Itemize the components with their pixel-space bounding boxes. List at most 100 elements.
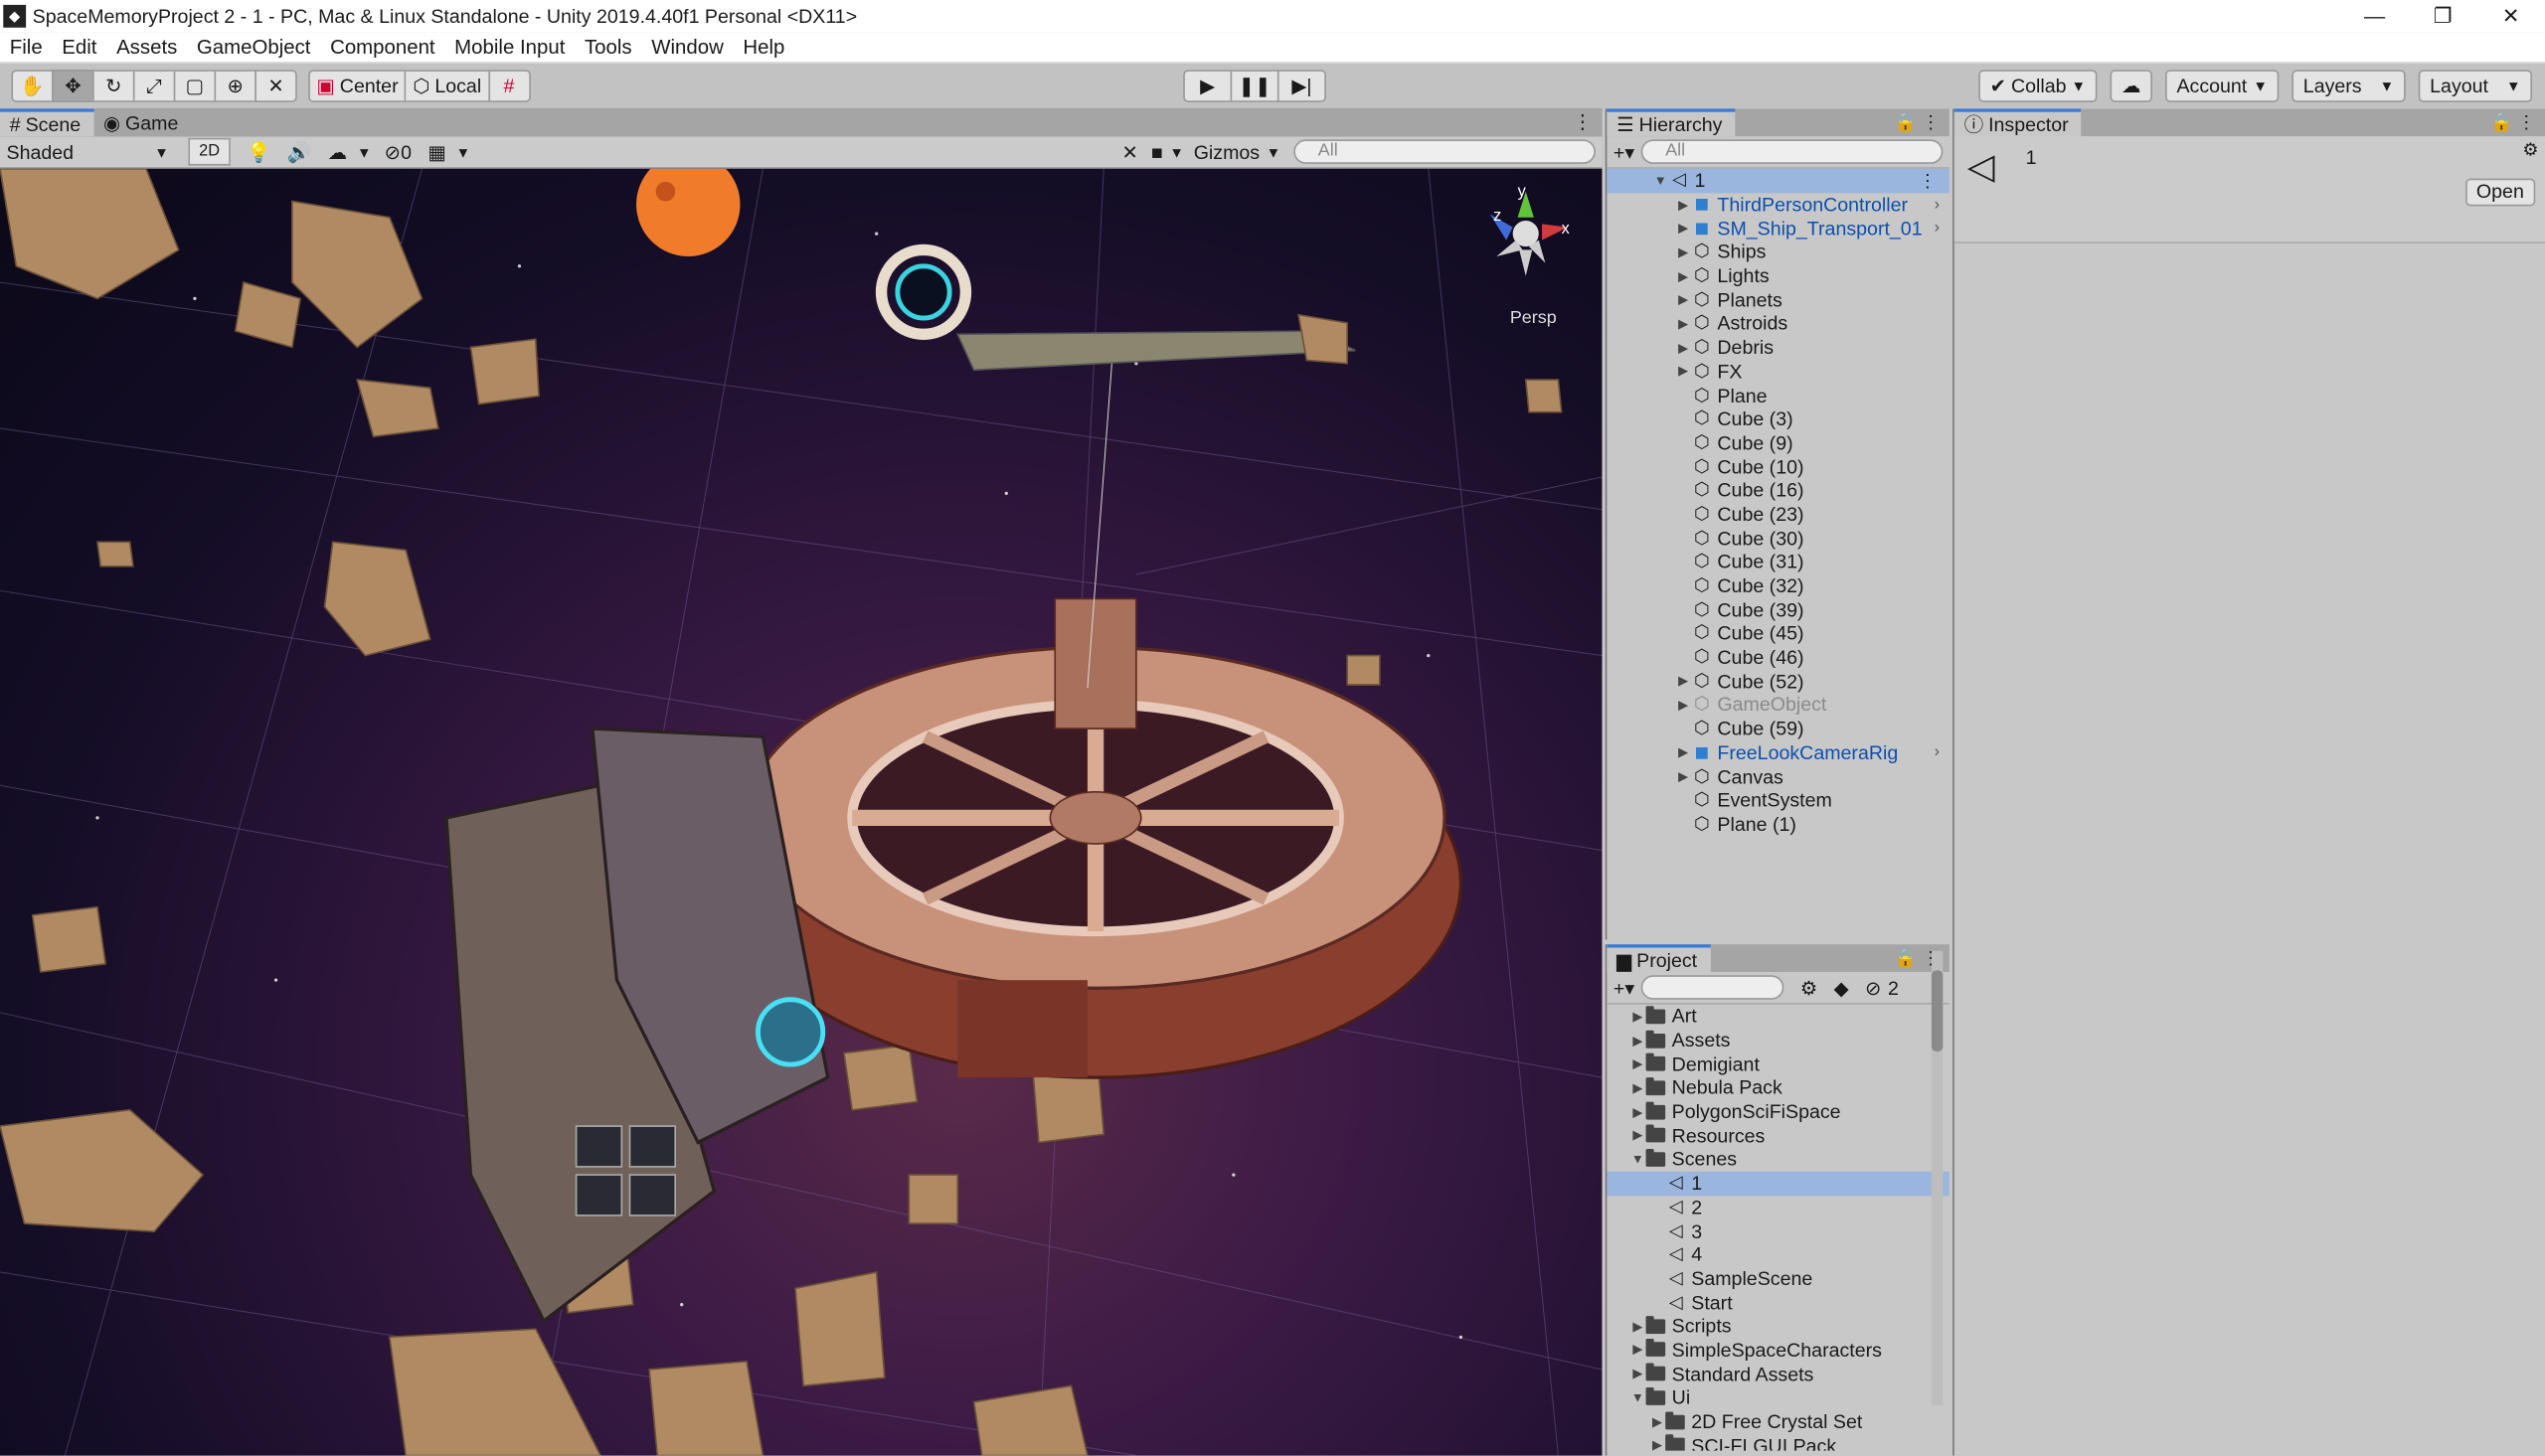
- hierarchy-item[interactable]: ⬡ Cube (3): [1607, 407, 1949, 431]
- project-folder[interactable]: ▶ Demigiant: [1607, 1052, 1949, 1076]
- expand-arrow-icon[interactable]: ▶: [1629, 1319, 1645, 1334]
- expand-arrow-icon[interactable]: ▼: [1629, 1152, 1645, 1167]
- gear-icon[interactable]: ⚙: [2522, 139, 2538, 161]
- expand-arrow-icon[interactable]: ▶: [1675, 221, 1691, 236]
- tab-hierarchy[interactable]: ☰ Hierarchy: [1607, 108, 1736, 137]
- menu-mobile-input[interactable]: Mobile Input: [444, 36, 575, 59]
- hierarchy-item[interactable]: ⬡ Cube (46): [1607, 645, 1949, 669]
- project-folder[interactable]: ▶ SimpleSpaceCharacters: [1607, 1338, 1949, 1362]
- hierarchy-item[interactable]: ⬡ Cube (9): [1607, 431, 1949, 455]
- grid-snap-button[interactable]: #: [487, 70, 531, 102]
- hidden-objects-icon[interactable]: ⊘: [385, 140, 401, 163]
- project-folder[interactable]: ▶ PolygonSciFiSpace: [1607, 1100, 1949, 1124]
- gizmos-dropdown[interactable]: Gizmos ▼: [1194, 140, 1281, 163]
- expand-arrow-icon[interactable]: ▼: [1629, 1390, 1645, 1405]
- menu-tools[interactable]: Tools: [575, 36, 641, 59]
- hierarchy-item[interactable]: ⬡ Cube (10): [1607, 455, 1949, 479]
- pause-button[interactable]: ❚❚: [1230, 70, 1279, 102]
- expand-arrow-icon[interactable]: ▶: [1629, 1367, 1645, 1381]
- project-scene-asset[interactable]: ◁ 4: [1607, 1242, 1949, 1266]
- hidden-packages-icon[interactable]: ⊘: [1865, 976, 1881, 999]
- hierarchy-item[interactable]: ⬡ Cube (39): [1607, 597, 1949, 621]
- hierarchy-search-input[interactable]: All: [1640, 139, 1944, 164]
- expand-arrow-icon[interactable]: ▶: [1629, 1033, 1645, 1048]
- expand-arrow-icon[interactable]: ▶: [1675, 292, 1691, 307]
- scrollbar-thumb[interactable]: [1931, 970, 1944, 1052]
- expand-arrow-icon[interactable]: ▶: [1675, 197, 1691, 212]
- menu-file[interactable]: File: [0, 36, 53, 59]
- perspective-label[interactable]: Persp: [1510, 308, 1557, 328]
- project-scene-asset[interactable]: ◁ 1: [1607, 1171, 1950, 1196]
- chevron-right-icon[interactable]: ›: [1935, 743, 1940, 761]
- hierarchy-item[interactable]: ▶ ⬡ Cube (52): [1607, 669, 1949, 693]
- scale-tool-button[interactable]: ⤢: [132, 70, 176, 102]
- hierarchy-item[interactable]: ▶ ⬡ Canvas: [1607, 764, 1949, 788]
- menu-help[interactable]: Help: [734, 36, 795, 59]
- menu-assets[interactable]: Assets: [106, 36, 187, 59]
- hierarchy-item[interactable]: ⬡ Plane (1): [1607, 812, 1949, 836]
- expand-arrow-icon[interactable]: ▶: [1675, 340, 1691, 355]
- tab-project[interactable]: ▆ Project: [1607, 944, 1711, 972]
- chevron-down-icon[interactable]: ▼: [1169, 143, 1184, 159]
- project-scene-asset[interactable]: ◁ 2: [1607, 1195, 1949, 1218]
- hierarchy-item[interactable]: ⬡ Cube (45): [1607, 621, 1949, 645]
- hierarchy-item[interactable]: ⬡ Cube (32): [1607, 573, 1949, 597]
- filter-label-icon[interactable]: ◆: [1834, 976, 1849, 999]
- expand-arrow-icon[interactable]: ▶: [1675, 268, 1691, 283]
- project-folder[interactable]: ▶ Art: [1607, 1005, 1949, 1029]
- expand-arrow-icon[interactable]: ▶: [1629, 1080, 1645, 1095]
- chevron-right-icon[interactable]: ›: [1935, 196, 1940, 214]
- project-folder[interactable]: ▶ SCI-FI GUI Pack: [1607, 1433, 1949, 1451]
- transform-tool-button[interactable]: ⊕: [214, 70, 256, 102]
- expand-arrow-icon[interactable]: ▶: [1675, 316, 1691, 331]
- scene-root-row[interactable]: ▼ ◁ 1 ⋮: [1607, 168, 1950, 193]
- lock-icon[interactable]: 🔒 ⋮: [1895, 112, 1940, 133]
- hierarchy-item[interactable]: ▶ ⬡ Debris: [1607, 336, 1949, 360]
- grid-toggle-icon[interactable]: ▦: [427, 140, 446, 163]
- add-icon[interactable]: +▾: [1613, 140, 1634, 163]
- hierarchy-item[interactable]: ▶ ⬡ GameObject: [1607, 693, 1949, 717]
- pivot-local-button[interactable]: ⬡ Local: [405, 70, 490, 102]
- expand-arrow-icon[interactable]: ▶: [1629, 1009, 1645, 1024]
- chevron-down-icon[interactable]: ▼: [456, 143, 471, 159]
- rotate-tool-button[interactable]: ↻: [92, 70, 135, 102]
- scene-viewport[interactable]: y z x Persp: [0, 168, 1603, 1456]
- expand-arrow-icon[interactable]: ▶: [1629, 1056, 1645, 1071]
- menu-component[interactable]: Component: [320, 36, 444, 59]
- expand-arrow-icon[interactable]: ▶: [1629, 1104, 1645, 1119]
- audio-icon[interactable]: 🔊: [287, 140, 311, 163]
- project-folder[interactable]: ▼ Ui: [1607, 1385, 1949, 1409]
- expand-arrow-icon[interactable]: ▶: [1629, 1343, 1645, 1358]
- project-folder[interactable]: ▼ Scenes: [1607, 1148, 1949, 1172]
- tools-icon[interactable]: ✕: [1121, 140, 1137, 163]
- step-button[interactable]: ▶|: [1276, 70, 1326, 102]
- hierarchy-item[interactable]: ▶ ⬡ Planets: [1607, 288, 1949, 312]
- expand-arrow-icon[interactable]: ▶: [1675, 769, 1691, 784]
- account-dropdown[interactable]: Account ▼: [2165, 70, 2280, 102]
- shading-mode-dropdown[interactable]: Shaded ▼: [0, 140, 175, 163]
- expand-arrow-icon[interactable]: ▼: [1652, 173, 1668, 188]
- menu-edit[interactable]: Edit: [53, 36, 107, 59]
- chevron-down-icon[interactable]: ▼: [357, 143, 372, 159]
- effects-icon[interactable]: ☁: [328, 140, 348, 163]
- camera-icon[interactable]: ■: [1151, 140, 1163, 163]
- hierarchy-item[interactable]: ▶ ◼ FreeLookCameraRig ›: [1607, 740, 1949, 764]
- maximize-button[interactable]: ❐: [2409, 0, 2477, 33]
- expand-arrow-icon[interactable]: ▶: [1629, 1128, 1645, 1143]
- custom-tool-button[interactable]: ✕: [254, 70, 297, 102]
- hierarchy-item[interactable]: ⬡ Plane: [1607, 384, 1949, 407]
- project-scene-asset[interactable]: ◁ 3: [1607, 1218, 1949, 1242]
- hierarchy-item[interactable]: ▶ ⬡ Astroids: [1607, 312, 1949, 336]
- expand-arrow-icon[interactable]: ▶: [1675, 244, 1691, 259]
- pivot-center-button[interactable]: ▣ Center: [308, 70, 407, 102]
- layout-dropdown[interactable]: Layout ▼: [2418, 70, 2533, 102]
- filter-type-icon[interactable]: ⚙: [1800, 976, 1818, 999]
- 2d-toggle[interactable]: 2D: [188, 137, 231, 166]
- hierarchy-item[interactable]: ⬡ Cube (30): [1607, 527, 1949, 551]
- hierarchy-item[interactable]: ▶ ⬡ Lights: [1607, 264, 1949, 288]
- project-folder[interactable]: ▶ Resources: [1607, 1124, 1949, 1148]
- hierarchy-item[interactable]: ⬡ EventSystem: [1607, 788, 1949, 812]
- expand-arrow-icon[interactable]: ▶: [1675, 698, 1691, 713]
- project-folder[interactable]: ▶ Nebula Pack: [1607, 1076, 1949, 1100]
- expand-arrow-icon[interactable]: ▶: [1675, 364, 1691, 379]
